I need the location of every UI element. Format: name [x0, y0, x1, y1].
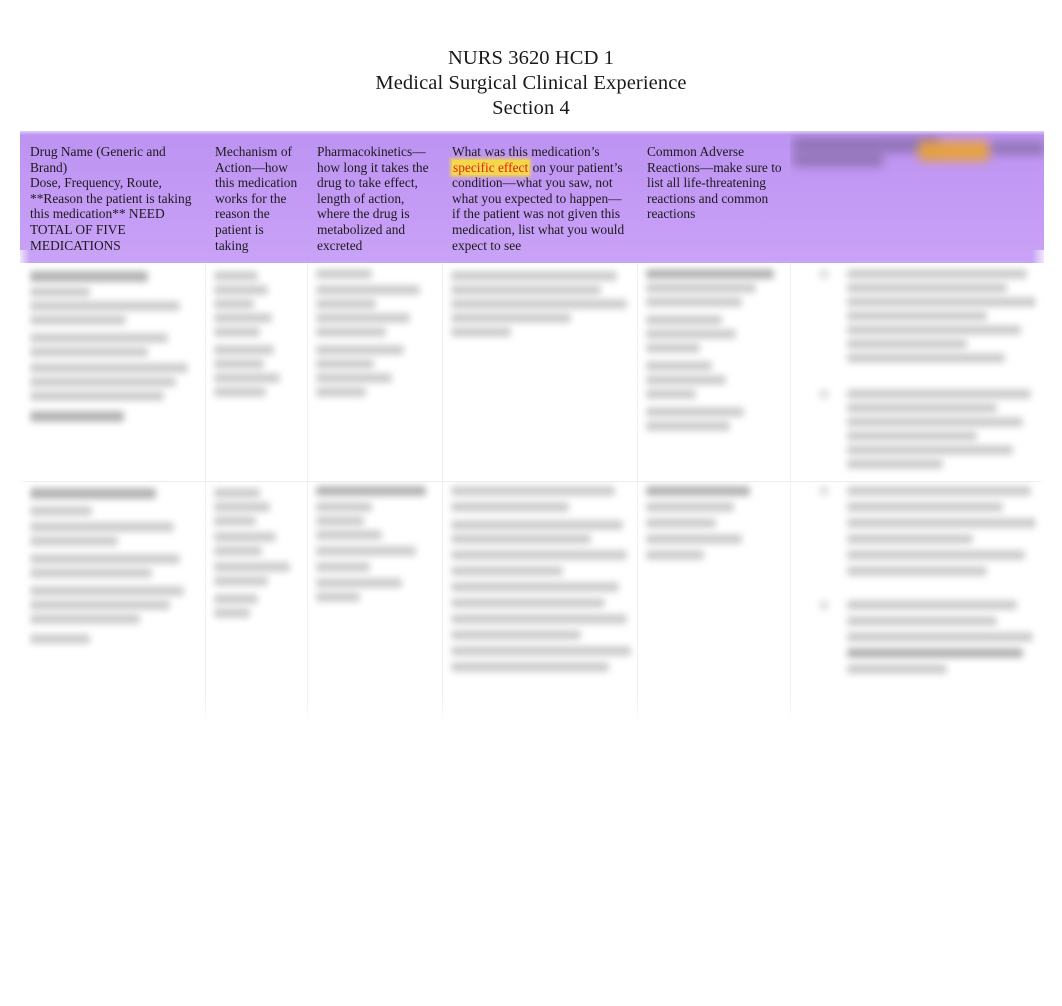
- title-line-course: NURS 3620 HCD 1: [447, 47, 615, 69]
- header-specific-effect-prefix: What was this medication’s: [452, 144, 600, 159]
- redaction-block-2: [792, 153, 884, 167]
- medication-table: Drug Name (Generic and Brand) Dose, Freq…: [20, 131, 1044, 726]
- table-header-drug-name: Drug Name (Generic and Brand) Dose, Freq…: [20, 131, 205, 264]
- table-row: [20, 263, 1044, 482]
- cell-nursing-considerations-row1[interactable]: [790, 263, 1044, 482]
- cell-adverse-reactions-row2[interactable]: [637, 481, 791, 726]
- cell-nursing-considerations-row2[interactable]: [790, 481, 1044, 726]
- header-drug-name-line1: Drug Name (Generic and Brand): [30, 144, 166, 175]
- cell-specific-effect-row2[interactable]: [442, 481, 638, 726]
- header-specific-effect-text: What was this medication’s specific effe…: [452, 144, 629, 253]
- redaction-block-3: [990, 141, 1044, 155]
- cell-pharmacokinetics-row2[interactable]: [307, 481, 443, 726]
- header-drug-name-line2: Dose, Frequency, Route, **Reason the pat…: [30, 175, 192, 253]
- cell-mechanism-row1[interactable]: [205, 263, 308, 482]
- title-line-section: Section 4: [492, 97, 570, 120]
- table-header-adverse-reactions: Common Adverse Reactions—make sure to li…: [637, 131, 790, 264]
- header-adverse-reactions-text: Common Adverse Reactions—make sure to li…: [647, 144, 782, 222]
- header-pharmacokinetics-text: Pharmacokinetics—how long it takes the d…: [317, 144, 429, 253]
- page-title: NURS 3620 HCD 1 Medical Surgical Clinica…: [0, 46, 1062, 122]
- cell-adverse-reactions-row1[interactable]: [637, 263, 791, 482]
- table-header-row: Drug Name (Generic and Brand) Dose, Freq…: [20, 131, 1044, 264]
- table-header-mechanism-of-action: Mechanism of Action—how this medication …: [205, 131, 307, 264]
- header-mechanism-text: Mechanism of Action—how this medication …: [215, 144, 298, 253]
- cell-mechanism-row2[interactable]: [205, 481, 308, 726]
- cell-pharmacokinetics-row1[interactable]: [307, 263, 443, 482]
- title-line-subject: Medical Surgical Clinical Experience: [375, 72, 687, 95]
- redaction-block-orange-highlight: [918, 141, 990, 161]
- cell-specific-effect-row1[interactable]: [442, 263, 638, 482]
- table-header-specific-effect: What was this medication’s specific effe…: [442, 131, 637, 264]
- table-row: [20, 481, 1044, 726]
- table-header-redacted-column: [790, 131, 1044, 264]
- cell-drug-name-row2[interactable]: [20, 481, 206, 726]
- highlighted-specific-effect: specific effect: [452, 159, 530, 175]
- cell-drug-name-row1[interactable]: [20, 263, 206, 482]
- table-header-pharmacokinetics: Pharmacokinetics—how long it takes the d…: [307, 131, 442, 264]
